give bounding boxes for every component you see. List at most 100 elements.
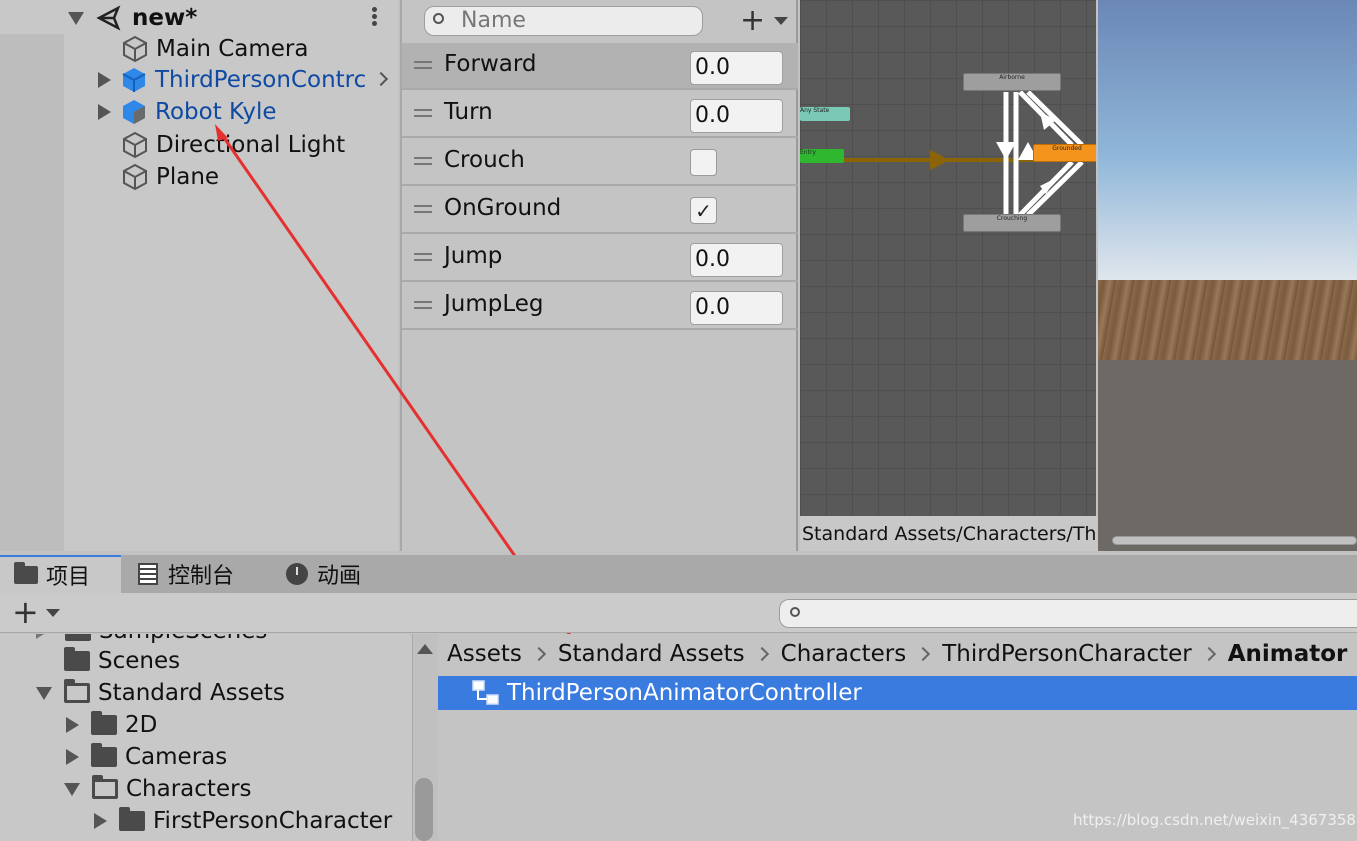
- breadcrumb-item[interactable]: Characters: [781, 641, 907, 667]
- expand-arrow-icon[interactable]: [64, 782, 80, 796]
- parameter-float-field[interactable]: 0.0: [690, 291, 783, 325]
- drag-handle-icon[interactable]: [414, 61, 432, 69]
- expand-arrow-icon[interactable]: [98, 72, 111, 88]
- parameter-row-jump[interactable]: Jump 0.0: [402, 235, 798, 282]
- hierarchy-item-directional-light[interactable]: Directional Light: [120, 129, 345, 161]
- search-icon: [790, 607, 800, 617]
- parameter-float-field[interactable]: 0.0: [690, 243, 783, 277]
- tree-item-label: Characters: [126, 776, 252, 802]
- expand-arrow-icon[interactable]: [94, 813, 107, 829]
- add-parameter-plus-icon[interactable]: +: [740, 6, 765, 36]
- watermark-text: https://blog.csdn.net/weixin_43673589: [1073, 811, 1357, 829]
- folder-icon: [91, 743, 117, 767]
- folder-icon: [119, 807, 145, 831]
- search-icon: [433, 13, 444, 24]
- tab-animation[interactable]: 动画: [286, 555, 361, 593]
- tab-console[interactable]: 控制台: [138, 555, 234, 593]
- parameter-row-turn[interactable]: Turn 0.0: [402, 91, 798, 138]
- drag-handle-icon[interactable]: [414, 253, 432, 261]
- parameter-row-onground[interactable]: OnGround ✓: [402, 187, 798, 234]
- drag-handle-icon[interactable]: [414, 205, 432, 213]
- hierarchy-item-plane[interactable]: Plane: [120, 161, 219, 193]
- parameter-float-field[interactable]: 0.0: [690, 99, 783, 133]
- tree-item-label: Scenes: [98, 648, 181, 674]
- chevron-right-icon: [531, 646, 546, 662]
- folder-icon: [64, 647, 90, 671]
- drag-handle-icon[interactable]: [414, 301, 432, 309]
- tree-item-firstpersoncharacter[interactable]: FirstPersonCharacter: [94, 805, 392, 837]
- drag-handle-icon[interactable]: [414, 157, 432, 165]
- dropdown-arrow-icon[interactable]: [774, 17, 788, 25]
- parameter-name: Forward: [444, 51, 537, 77]
- scene-title: new*: [132, 5, 198, 31]
- scroll-up-arrow-icon[interactable]: [417, 644, 433, 654]
- hierarchy-item-label: Robot Kyle: [155, 99, 277, 125]
- breadcrumb-item[interactable]: Standard Assets: [558, 641, 745, 667]
- expand-arrow-icon[interactable]: [66, 749, 79, 765]
- parameter-name: OnGround: [444, 195, 562, 221]
- expand-arrow-icon[interactable]: [68, 11, 84, 25]
- tab-label: 动画: [317, 564, 362, 589]
- breadcrumb-item-current[interactable]: Animator: [1228, 641, 1348, 667]
- state-node-grounded[interactable]: Grounded: [1033, 144, 1096, 162]
- scene-horizontal-scrollbar[interactable]: [1112, 536, 1357, 545]
- animator-graph[interactable]: Airborne Any State Entry Grounded Crouch…: [800, 0, 1096, 516]
- tree-item-label: FirstPersonCharacter: [153, 808, 393, 834]
- folder-icon: [65, 634, 91, 641]
- folder-icon: [91, 711, 117, 735]
- parameter-search-field[interactable]: Name: [424, 6, 703, 36]
- folder-open-icon: [92, 775, 118, 799]
- tree-item-cameras[interactable]: Cameras: [66, 741, 227, 773]
- tree-item-2d[interactable]: 2D: [66, 709, 157, 741]
- tree-item-standard-assets[interactable]: Standard Assets: [36, 677, 285, 709]
- expand-arrow-icon[interactable]: [36, 634, 49, 639]
- project-search-field[interactable]: [779, 599, 1357, 628]
- gameobject-cube-icon: [123, 35, 147, 63]
- more-options-icon[interactable]: [370, 6, 378, 30]
- scene-header[interactable]: new*: [68, 2, 197, 34]
- folder-open-icon: [64, 679, 90, 703]
- chevron-right-icon: [916, 646, 931, 662]
- parameter-row-crouch[interactable]: Crouch: [402, 139, 798, 186]
- asset-item-thirdpersonanimatorcontroller[interactable]: ThirdPersonAnimatorController: [438, 676, 1357, 710]
- state-node-entry[interactable]: Entry: [800, 149, 844, 163]
- tree-scrollbar-thumb[interactable]: [415, 778, 433, 841]
- breadcrumb-item[interactable]: Assets: [447, 641, 522, 667]
- parameter-bool-checkbox-checked[interactable]: ✓: [690, 197, 717, 224]
- parameter-row-jumpleg[interactable]: JumpLeg 0.0: [402, 283, 798, 330]
- expand-arrow-icon[interactable]: [98, 104, 111, 120]
- tab-project[interactable]: 项目: [0, 555, 121, 593]
- state-node-any-state[interactable]: Any State: [800, 107, 850, 121]
- unity-logo-icon: [96, 5, 121, 31]
- tree-item-label: Standard Assets: [98, 680, 285, 706]
- asset-label: ThirdPersonAnimatorController: [507, 680, 862, 706]
- breadcrumb-item[interactable]: ThirdPersonCharacter: [942, 641, 1192, 667]
- hierarchy-item-main-camera[interactable]: Main Camera: [120, 33, 308, 65]
- console-icon: [138, 563, 158, 585]
- hierarchy-item-label: Main Camera: [156, 36, 309, 62]
- tree-item-scenes[interactable]: Scenes: [64, 645, 180, 677]
- animator-controller-icon: [472, 680, 499, 705]
- animation-clock-icon: [286, 563, 308, 585]
- search-placeholder: Name: [461, 8, 526, 33]
- gameobject-cube-icon: [123, 163, 147, 191]
- tree-item-label: Cameras: [125, 744, 228, 770]
- parameter-float-field[interactable]: 0.0: [690, 51, 783, 85]
- hierarchy-item-label: ThirdPersonContrc: [155, 67, 367, 93]
- expand-arrow-icon[interactable]: [66, 717, 79, 733]
- parameter-bool-checkbox[interactable]: [690, 149, 717, 176]
- state-node-airborne[interactable]: Airborne: [963, 73, 1061, 91]
- state-node-crouching[interactable]: Crouching: [963, 214, 1061, 232]
- hierarchy-item-thirdpersoncontroller[interactable]: ThirdPersonContrc: [98, 64, 366, 96]
- hierarchy-item-robot-kyle[interactable]: Robot Kyle: [98, 96, 277, 128]
- scene-view[interactable]: [1098, 0, 1357, 551]
- expand-arrow-icon[interactable]: [36, 686, 52, 700]
- drag-handle-icon[interactable]: [414, 109, 432, 117]
- project-folder-tree: SampleScenes Scenes Standard Assets 2D C…: [0, 634, 412, 841]
- tree-item-characters[interactable]: Characters: [64, 773, 252, 805]
- create-plus-icon[interactable]: +: [12, 596, 39, 628]
- tree-item-label: 2D: [125, 712, 158, 738]
- parameter-row-forward[interactable]: Forward 0.0: [402, 43, 798, 90]
- dropdown-arrow-icon[interactable]: [46, 609, 60, 617]
- hierarchy-gutter: [0, 34, 64, 551]
